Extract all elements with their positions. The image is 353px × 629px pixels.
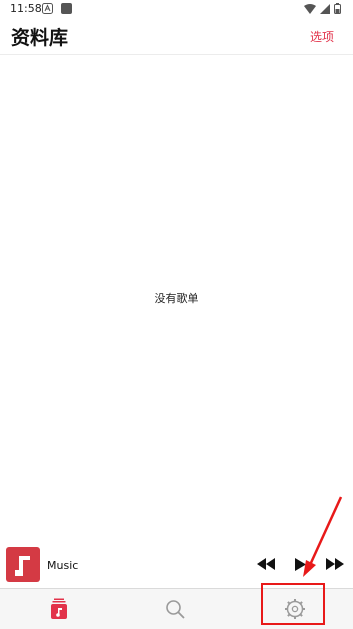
options-button[interactable]: 选项 [310, 28, 334, 45]
play-icon[interactable] [295, 558, 306, 571]
wifi-icon [304, 3, 316, 14]
status-icons [304, 3, 341, 14]
rewind-icon[interactable] [257, 558, 275, 570]
track-title: Music [47, 559, 79, 572]
header: 资料库 选项 [0, 18, 353, 55]
album-art [6, 547, 40, 582]
annotation-arrow [303, 496, 343, 577]
notification-app-icon [61, 3, 72, 14]
library-icon [50, 598, 67, 619]
page-title: 资料库 [11, 27, 69, 49]
tab-search[interactable] [117, 589, 234, 629]
fast-forward-icon[interactable] [326, 558, 344, 570]
signal-icon [320, 3, 330, 14]
status-time: 11:58 [10, 2, 42, 15]
highlight-box [261, 583, 325, 625]
search-icon [166, 599, 185, 619]
status-bar: 11:58 [0, 0, 353, 18]
battery-icon [334, 3, 341, 14]
empty-playlist-text: 没有歌单 [154, 292, 199, 305]
music-note-icon [15, 556, 30, 576]
notification-a-icon [42, 3, 53, 14]
tab-library[interactable] [0, 589, 117, 629]
